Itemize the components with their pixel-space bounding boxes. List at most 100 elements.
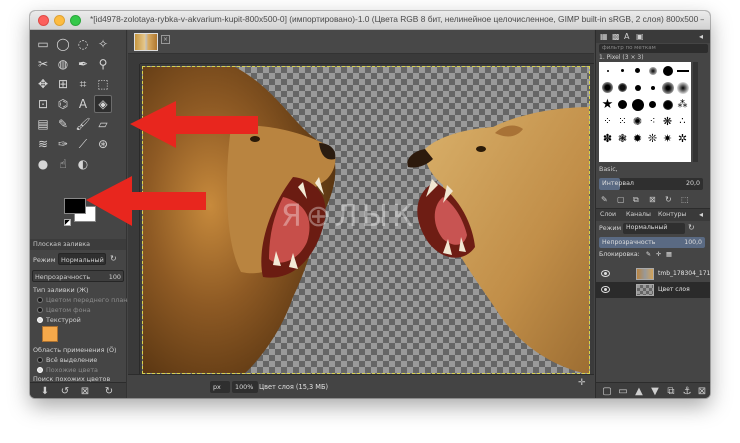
rect-select-icon[interactable]: ▭ [34,35,52,53]
texture-brush-icon[interactable]: ∴ [676,115,689,128]
patterns-tab-icon[interactable]: ▩ [612,32,620,41]
brush-cell[interactable] [661,81,674,94]
tab-channels[interactable]: Каналы [626,211,651,218]
foreground-color-swatch[interactable] [64,198,86,214]
layer-row[interactable]: tmb_178304_171 [596,266,710,282]
layer-opacity-slider[interactable]: Непрозрачность 100,0 [599,237,705,248]
restore-options-icon[interactable]: ↺ [58,384,72,398]
brush-cell[interactable] [631,98,644,111]
paintbrush-icon[interactable]: 🖌 [74,115,92,133]
zoom-select[interactable]: 100% [232,381,258,393]
delete-layer-icon[interactable]: ⊠ [695,384,709,398]
bucket-fill-icon[interactable]: ◈ [94,95,112,113]
brush-cell[interactable] [676,64,689,77]
mypaint-brush-icon[interactable]: ⟋ [74,135,92,153]
ellipse-select-icon[interactable]: ◯ [54,35,72,53]
texture-brush-icon[interactable]: ✽ [601,132,614,145]
texture-brush-icon[interactable]: ❋ [661,115,674,128]
brush-cell[interactable] [616,81,629,94]
gradient-icon[interactable]: ▤ [34,115,52,133]
visibility-eye-icon[interactable] [601,270,610,277]
mode-select[interactable]: Нормальный [58,253,106,265]
panel-menu-icon[interactable]: ◂ [699,32,703,41]
save-options-icon[interactable]: ⬇ [38,384,52,398]
texture-brush-icon[interactable]: ⁙ [616,115,629,128]
texture-brush-icon[interactable]: ⁖ [646,115,659,128]
new-group-icon[interactable]: ▭ [616,384,630,398]
eraser-icon[interactable]: ▱ [94,115,112,133]
paths-icon[interactable]: ✒ [74,55,92,73]
cage-transform-icon[interactable]: ⌬ [54,95,72,113]
layers-mode-reset-icon[interactable]: ↻ [688,223,695,232]
move-icon[interactable]: ✥ [34,75,52,93]
fill-fg-option[interactable]: Цветом переднего плана [37,296,133,304]
brush-cell[interactable] [631,64,644,77]
pattern-swatch[interactable] [42,326,58,342]
images-tab-icon[interactable]: ▣ [636,32,644,41]
opacity-slider[interactable]: Непрозрачность 100 [32,270,124,282]
dodge-burn-icon[interactable]: ◐ [74,155,92,173]
brushes-tab-icon[interactable]: ▦ [600,32,608,41]
align-icon[interactable]: ⊞ [54,75,72,93]
brush-cell[interactable] [646,98,659,111]
image-canvas[interactable]: Я⊕ЛЫК [142,66,590,374]
reset-mode-icon[interactable]: ↻ [110,254,117,263]
refresh-brushes-icon[interactable]: ↻ [665,195,672,204]
image-tab-thumbnail[interactable] [134,33,158,51]
area-selection-radio[interactable] [37,357,43,363]
brush-cell[interactable] [616,98,629,111]
brush-cell[interactable] [646,64,659,77]
color-selector[interactable] [64,198,104,230]
layers-mode-select[interactable]: Нормальный [623,223,685,234]
warp-transform-icon[interactable]: ⊡ [34,95,52,113]
texture-brush-icon[interactable]: ✺ [631,115,644,128]
minimize-window-button[interactable] [54,15,65,26]
layer-name[interactable]: Цвет слоя [658,286,690,293]
new-brush-icon[interactable]: ▢ [617,195,625,204]
zoom-icon[interactable]: ⚲ [94,55,112,73]
star-brush-icon[interactable]: ★ [601,97,614,112]
texture-brush-icon[interactable]: ✲ [676,132,689,145]
area-selection-option[interactable]: Всё выделение [37,356,133,364]
brush-cell[interactable] [616,64,629,77]
area-similar-option[interactable]: Похожие цвета [37,366,133,374]
fill-fg-radio[interactable] [37,297,43,303]
delete-options-icon[interactable]: ⊠ [78,384,92,398]
unified-transform-icon[interactable]: ⬚ [94,75,112,93]
duplicate-brush-icon[interactable]: ⧉ [633,195,639,205]
visibility-eye-icon[interactable] [601,286,610,293]
smudge-icon[interactable]: ☝ [54,155,72,173]
texture-brush-icon[interactable]: ❊ [646,132,659,145]
ruler-corner[interactable] [128,54,140,64]
brush-cell[interactable] [601,64,614,77]
clone-icon[interactable]: ⊛ [94,135,112,153]
fill-bg-radio[interactable] [37,307,43,313]
lower-layer-icon[interactable]: ▼ [648,384,662,398]
lock-position-icon[interactable]: ✛ [656,251,661,258]
brush-cell[interactable] [676,81,689,94]
brush-grid-scrollbar[interactable] [693,62,698,162]
lock-pixels-icon[interactable]: ✎ [646,251,651,258]
layer-name[interactable]: tmb_178304_171 [658,270,710,277]
brush-cell[interactable] [661,98,674,111]
scissors-icon[interactable]: ✂ [34,55,52,73]
fonts-tab-icon[interactable]: A [624,32,629,41]
new-layer-icon[interactable]: ▢ [600,384,614,398]
open-as-image-icon[interactable]: ⬚ [681,195,689,204]
brush-cell[interactable] [631,81,644,94]
brush-filter-input[interactable]: фильтр по меткам [599,44,708,53]
crop-icon[interactable]: ⌗ [74,75,92,93]
pencil-icon[interactable]: ✎ [54,115,72,133]
texture-brush-icon[interactable]: ⁘ [601,115,614,128]
free-select-icon[interactable]: ◌ [74,35,92,53]
ink-icon[interactable]: ✑ [54,135,72,153]
area-similar-radio[interactable] [37,367,43,373]
unit-select[interactable]: px [210,381,230,393]
texture-brush-icon[interactable]: ✷ [661,132,674,145]
airbrush-icon[interactable]: ≋ [34,135,52,153]
layers-panel-menu-icon[interactable]: ◂ [699,210,703,219]
vertical-ruler[interactable] [128,64,140,374]
fill-bg-option[interactable]: Цветом фона [37,306,133,314]
splatter-brush-icon[interactable]: ⁂ [676,98,689,111]
fuzzy-select-icon[interactable]: ✧ [94,35,112,53]
